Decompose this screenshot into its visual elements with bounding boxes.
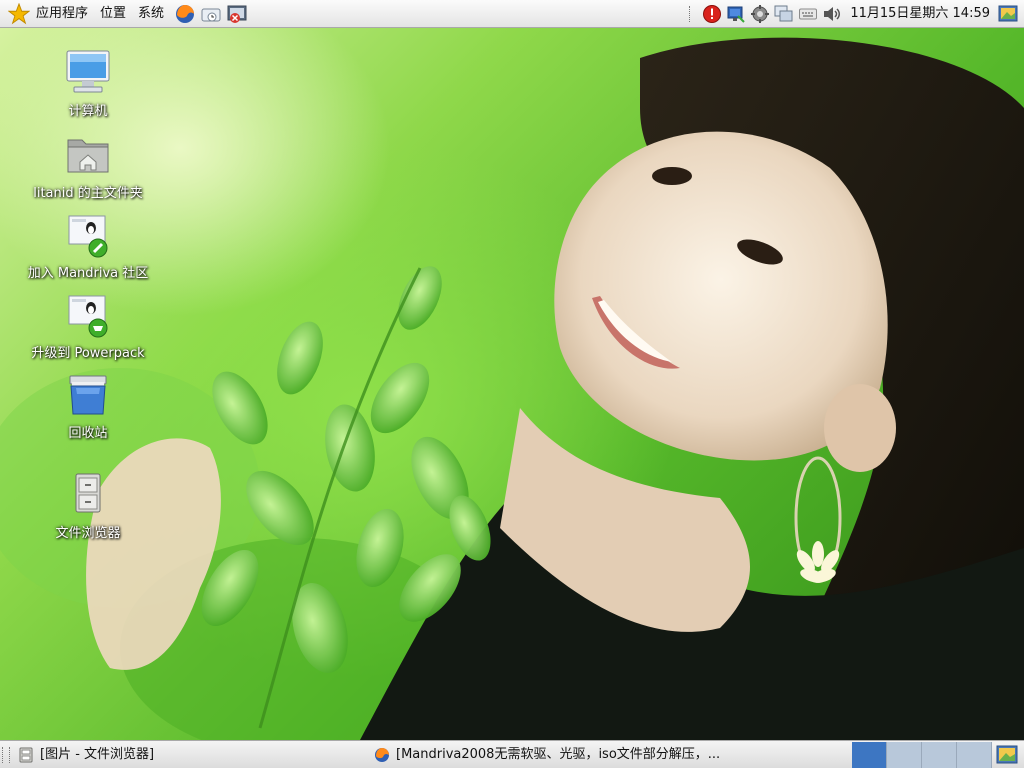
top-panel: 应用程序 位置 系统 11月15日星期六 14:59 bbox=[0, 0, 1024, 28]
mandriva-join-icon bbox=[68, 215, 108, 258]
show-desktop-button-icon[interactable] bbox=[996, 744, 1018, 766]
workspace-1[interactable] bbox=[852, 742, 887, 768]
mail-launcher-icon[interactable] bbox=[200, 3, 222, 25]
taskbar-item-label: [Mandriva2008无需软驱、光驱，iso文件部分解压，... bbox=[396, 747, 721, 762]
workspace-3[interactable] bbox=[922, 742, 957, 768]
desktop-icon-label: 加入 Mandriva 社区 bbox=[27, 266, 149, 281]
desktop-icon-computer[interactable]: 计算机 bbox=[13, 48, 163, 119]
keyboard-icon[interactable] bbox=[798, 4, 818, 24]
firefox-launcher-icon[interactable] bbox=[174, 3, 196, 25]
desktop-icon-home-folder[interactable]: litanid 的主文件夹 bbox=[13, 130, 163, 201]
menu-system[interactable]: 系统 bbox=[132, 0, 170, 28]
tray-handle[interactable] bbox=[689, 6, 696, 22]
desktop-icon-label: 计算机 bbox=[68, 104, 108, 119]
desktop-icon-label: litanid 的主文件夹 bbox=[33, 186, 143, 201]
taskbar-item-file-browser[interactable]: [图片 - 文件浏览器] bbox=[18, 743, 358, 766]
desktop-icon-trash[interactable]: 回收站 bbox=[13, 370, 163, 441]
file-manager-icon bbox=[19, 747, 33, 762]
show-desktop-icon[interactable] bbox=[998, 4, 1018, 24]
menu-places[interactable]: 位置 bbox=[94, 0, 132, 28]
desktop-icon-label: 回收站 bbox=[68, 426, 108, 441]
taskbar-item-label: [图片 - 文件浏览器] bbox=[40, 747, 155, 762]
panel-handle[interactable] bbox=[2, 747, 10, 763]
volume-icon[interactable] bbox=[822, 4, 842, 24]
firefox-icon bbox=[375, 747, 389, 762]
menu-applications[interactable]: 应用程序 bbox=[30, 0, 94, 28]
workspace-2[interactable] bbox=[887, 742, 922, 768]
home-folder-icon bbox=[67, 139, 109, 173]
main-menu-star-icon[interactable] bbox=[8, 2, 30, 25]
taskbar-item-firefox[interactable]: [Mandriva2008无需软驱、光驱，iso文件部分解压，... bbox=[374, 743, 844, 766]
desktop-icon-join-mandriva[interactable]: 加入 Mandriva 社区 bbox=[13, 210, 163, 281]
desktop-icon-label: 文件浏览器 bbox=[55, 526, 121, 541]
alert-icon[interactable] bbox=[702, 4, 722, 24]
desktop-icon-file-browser[interactable]: 文件浏览器 bbox=[13, 470, 163, 541]
update-icon[interactable] bbox=[750, 4, 770, 24]
panel-clock[interactable]: 11月15日星期六 14:59 bbox=[850, 0, 990, 28]
computer-icon bbox=[66, 50, 110, 93]
desktop-icon-upgrade-powerpack[interactable]: 升级到 Powerpack bbox=[13, 290, 163, 361]
bottom-panel: [图片 - 文件浏览器] [Mandriva2008无需软驱、光驱，iso文件部… bbox=[0, 740, 1024, 768]
powerpack-upgrade-icon bbox=[68, 295, 108, 338]
file-browser-icon bbox=[75, 473, 101, 513]
computer-icon[interactable] bbox=[774, 4, 794, 24]
workspace-switcher bbox=[852, 742, 992, 768]
network-icon[interactable] bbox=[726, 4, 746, 24]
workspace-4[interactable] bbox=[957, 742, 992, 768]
trash-icon bbox=[69, 375, 107, 415]
desktop-icon-label: 升级到 Powerpack bbox=[31, 346, 145, 361]
system-tray: 11月15日星期六 14:59 bbox=[689, 0, 1024, 28]
terminal-launcher-icon[interactable] bbox=[226, 3, 248, 25]
